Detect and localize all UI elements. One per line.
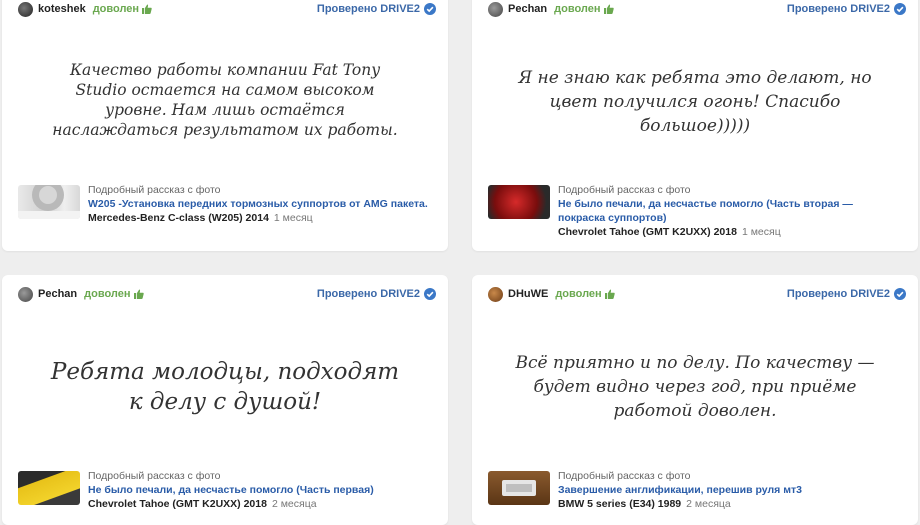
review-quote: Ребята молодцы, подходят к делу с душой!	[50, 359, 400, 415]
post-thumbnail[interactable]	[18, 185, 80, 219]
post-thumbnail[interactable]	[18, 471, 80, 505]
username-link[interactable]: koteshek	[38, 3, 86, 15]
review-quote: Всё приятно и по делу. По качеству — буд…	[515, 353, 875, 421]
review-card: Pechan доволен Проверено DRIVE2 Ребята м…	[2, 275, 448, 525]
avatar[interactable]	[18, 1, 33, 17]
post-time: 1 месяц	[273, 212, 313, 224]
verified-drive2-badge[interactable]: Проверено DRIVE2	[787, 3, 906, 15]
post-label: Подробный рассказ с фото	[558, 470, 691, 482]
post-label: Подробный рассказ с фото	[88, 184, 221, 196]
check-circle-icon	[424, 3, 436, 15]
verified-drive2-badge[interactable]: Проверено DRIVE2	[317, 288, 436, 300]
verified-drive2-badge[interactable]: Проверено DRIVE2	[787, 288, 906, 300]
avatar[interactable]	[488, 1, 503, 17]
review-card: Pechan доволен Проверено DRIVE2 Я не зна…	[472, 0, 918, 251]
post-title-link[interactable]: Не было печали, да несчастье помогло (Ча…	[558, 197, 902, 225]
post-time: 1 месяц	[741, 226, 781, 238]
status-satisfied: доволен	[93, 3, 152, 15]
avatar[interactable]	[18, 286, 33, 302]
review-quote: Я не знаю как ребята это делают, но цвет…	[518, 68, 872, 136]
thumbs-up-icon	[603, 4, 614, 14]
status-satisfied: доволен	[84, 288, 144, 300]
post-title-link[interactable]: W205 -Установка передних тормозных суппо…	[88, 197, 432, 211]
review-quote: Качество работы компании Fat Tony Studio…	[52, 61, 398, 139]
status-satisfied: доволен	[555, 288, 615, 300]
car-link[interactable]: Chevrolet Tahoe (GMT K2UXX) 2018 1 месяц	[558, 225, 902, 239]
review-card: DHuWE доволен Проверено DRIVE2 Всё прият…	[472, 275, 918, 525]
post-preview[interactable]: Подробный рассказ с фото Не было печали,…	[18, 469, 432, 525]
post-preview[interactable]: Подробный рассказ с фото Завершение англ…	[488, 469, 902, 525]
status-satisfied: доволен	[554, 3, 614, 15]
username-link[interactable]: Pechan	[38, 288, 77, 300]
check-circle-icon	[894, 288, 906, 300]
username-link[interactable]: Pechan	[508, 3, 547, 15]
post-title-link[interactable]: Завершение англификации, перешив руля мт…	[558, 483, 902, 497]
post-time: 2 месяца	[686, 498, 731, 510]
car-link[interactable]: Mercedes-Benz C-class (W205) 2014 1 месяц	[88, 211, 432, 225]
post-preview[interactable]: Подробный рассказ с фото W205 -Установка…	[18, 183, 432, 239]
post-preview[interactable]: Подробный рассказ с фото Не было печали,…	[488, 183, 902, 239]
thumbs-up-icon	[133, 289, 144, 299]
username-link[interactable]: DHuWE	[508, 288, 548, 300]
post-thumbnail[interactable]	[488, 471, 550, 505]
check-circle-icon	[894, 3, 906, 15]
post-label: Подробный рассказ с фото	[88, 470, 221, 482]
review-card: koteshek доволен Проверено DRIVE2 Качест…	[2, 0, 448, 251]
avatar[interactable]	[488, 286, 503, 302]
verified-drive2-badge[interactable]: Проверено DRIVE2	[317, 3, 436, 15]
thumbs-up-icon	[604, 289, 615, 299]
car-link[interactable]: Chevrolet Tahoe (GMT K2UXX) 2018 2 месяца	[88, 497, 432, 511]
car-link[interactable]: BMW 5 series (E34) 1989 2 месяца	[558, 497, 902, 511]
post-time: 2 месяца	[271, 498, 317, 510]
check-circle-icon	[424, 288, 436, 300]
post-title-link[interactable]: Не было печали, да несчастье помогло (Ча…	[88, 483, 432, 497]
post-label: Подробный рассказ с фото	[558, 184, 691, 196]
thumbs-up-icon	[142, 4, 152, 14]
post-thumbnail[interactable]	[488, 185, 550, 219]
